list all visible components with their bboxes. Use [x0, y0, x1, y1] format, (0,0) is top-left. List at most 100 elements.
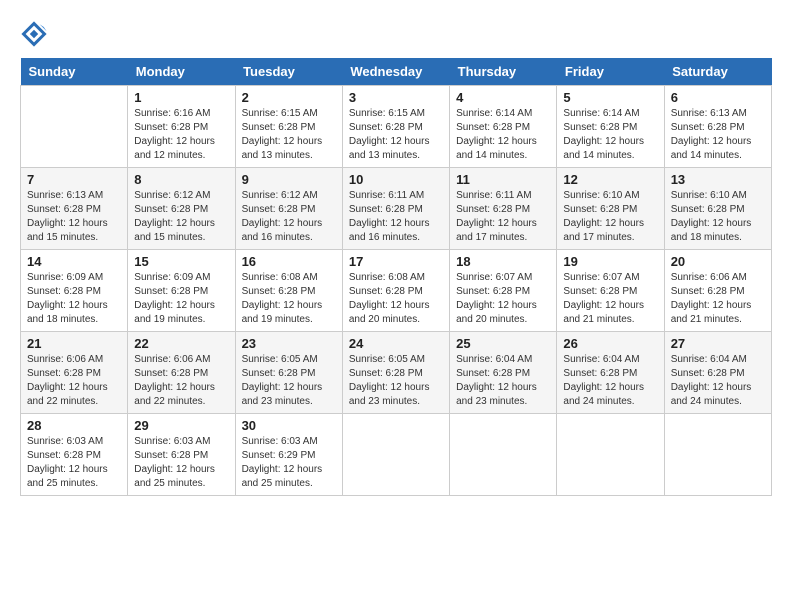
day-number: 1: [134, 90, 228, 105]
day-number: 4: [456, 90, 550, 105]
day-info: Sunrise: 6:13 AM Sunset: 6:28 PM Dayligh…: [671, 107, 765, 163]
day-info: Sunrise: 6:13 AM Sunset: 6:28 PM Dayligh…: [27, 189, 121, 245]
day-info: Sunrise: 6:04 AM Sunset: 6:28 PM Dayligh…: [563, 353, 657, 409]
calendar-header-thursday: Thursday: [450, 58, 557, 86]
day-info: Sunrise: 6:08 AM Sunset: 6:28 PM Dayligh…: [349, 271, 443, 327]
calendar-cell: 4 Sunrise: 6:14 AM Sunset: 6:28 PM Daylig…: [450, 86, 557, 168]
day-number: 30: [242, 418, 336, 433]
calendar-cell: 21 Sunrise: 6:06 AM Sunset: 6:28 PM Dayli…: [21, 332, 128, 414]
day-number: 29: [134, 418, 228, 433]
day-info: Sunrise: 6:08 AM Sunset: 6:28 PM Dayligh…: [242, 271, 336, 327]
day-number: 8: [134, 172, 228, 187]
calendar-cell: 22 Sunrise: 6:06 AM Sunset: 6:28 PM Dayli…: [128, 332, 235, 414]
calendar-cell: 25 Sunrise: 6:04 AM Sunset: 6:28 PM Dayli…: [450, 332, 557, 414]
day-info: Sunrise: 6:15 AM Sunset: 6:28 PM Dayligh…: [242, 107, 336, 163]
day-number: 27: [671, 336, 765, 351]
day-number: 28: [27, 418, 121, 433]
day-info: Sunrise: 6:03 AM Sunset: 6:28 PM Dayligh…: [134, 435, 228, 491]
day-number: 7: [27, 172, 121, 187]
day-info: Sunrise: 6:09 AM Sunset: 6:28 PM Dayligh…: [134, 271, 228, 327]
day-info: Sunrise: 6:11 AM Sunset: 6:28 PM Dayligh…: [349, 189, 443, 245]
calendar-header-wednesday: Wednesday: [342, 58, 449, 86]
day-number: 23: [242, 336, 336, 351]
day-number: 6: [671, 90, 765, 105]
calendar: SundayMondayTuesdayWednesdayThursdayFrid…: [20, 58, 772, 496]
day-number: 21: [27, 336, 121, 351]
calendar-cell: 10 Sunrise: 6:11 AM Sunset: 6:28 PM Dayli…: [342, 168, 449, 250]
day-info: Sunrise: 6:06 AM Sunset: 6:28 PM Dayligh…: [671, 271, 765, 327]
day-number: 24: [349, 336, 443, 351]
day-info: Sunrise: 6:14 AM Sunset: 6:28 PM Dayligh…: [563, 107, 657, 163]
day-number: 14: [27, 254, 121, 269]
day-info: Sunrise: 6:15 AM Sunset: 6:28 PM Dayligh…: [349, 107, 443, 163]
calendar-week-2: 7 Sunrise: 6:13 AM Sunset: 6:28 PM Daylig…: [21, 168, 772, 250]
day-number: 19: [563, 254, 657, 269]
calendar-cell: 24 Sunrise: 6:05 AM Sunset: 6:28 PM Dayli…: [342, 332, 449, 414]
calendar-cell: [21, 86, 128, 168]
calendar-week-1: 1Sunrise: 6:16 AM Sunset: 6:28 PM Daylig…: [21, 86, 772, 168]
day-info: Sunrise: 6:11 AM Sunset: 6:28 PM Dayligh…: [456, 189, 550, 245]
calendar-cell: [450, 414, 557, 496]
day-number: 17: [349, 254, 443, 269]
day-info: Sunrise: 6:03 AM Sunset: 6:29 PM Dayligh…: [242, 435, 336, 491]
day-info: Sunrise: 6:05 AM Sunset: 6:28 PM Dayligh…: [242, 353, 336, 409]
day-number: 20: [671, 254, 765, 269]
calendar-cell: [557, 414, 664, 496]
calendar-week-3: 14 Sunrise: 6:09 AM Sunset: 6:28 PM Dayli…: [21, 250, 772, 332]
calendar-week-5: 28 Sunrise: 6:03 AM Sunset: 6:28 PM Dayli…: [21, 414, 772, 496]
day-number: 13: [671, 172, 765, 187]
calendar-header-friday: Friday: [557, 58, 664, 86]
day-info: Sunrise: 6:05 AM Sunset: 6:28 PM Dayligh…: [349, 353, 443, 409]
day-info: Sunrise: 6:06 AM Sunset: 6:28 PM Dayligh…: [27, 353, 121, 409]
logo-icon: [20, 20, 48, 48]
day-number: 10: [349, 172, 443, 187]
day-number: 9: [242, 172, 336, 187]
calendar-cell: 26 Sunrise: 6:04 AM Sunset: 6:28 PM Dayli…: [557, 332, 664, 414]
calendar-header-sunday: Sunday: [21, 58, 128, 86]
calendar-cell: 3 Sunrise: 6:15 AM Sunset: 6:28 PM Daylig…: [342, 86, 449, 168]
day-info: Sunrise: 6:07 AM Sunset: 6:28 PM Dayligh…: [563, 271, 657, 327]
day-info: Sunrise: 6:12 AM Sunset: 6:28 PM Dayligh…: [242, 189, 336, 245]
day-number: 16: [242, 254, 336, 269]
day-info: Sunrise: 6:10 AM Sunset: 6:28 PM Dayligh…: [671, 189, 765, 245]
calendar-cell: 14Sunrise: 6:09 AM Sunset: 6:28 PM Dayli…: [21, 250, 128, 332]
calendar-cell: [664, 414, 771, 496]
day-info: Sunrise: 6:06 AM Sunset: 6:28 PM Dayligh…: [134, 353, 228, 409]
calendar-cell: 12Sunrise: 6:10 AM Sunset: 6:28 PM Dayli…: [557, 168, 664, 250]
calendar-week-4: 21 Sunrise: 6:06 AM Sunset: 6:28 PM Dayli…: [21, 332, 772, 414]
day-number: 12: [563, 172, 657, 187]
day-info: Sunrise: 6:14 AM Sunset: 6:28 PM Dayligh…: [456, 107, 550, 163]
day-info: Sunrise: 6:07 AM Sunset: 6:28 PM Dayligh…: [456, 271, 550, 327]
calendar-cell: 8 Sunrise: 6:12 AM Sunset: 6:28 PM Daylig…: [128, 168, 235, 250]
calendar-header-saturday: Saturday: [664, 58, 771, 86]
day-number: 5: [563, 90, 657, 105]
calendar-header-monday: Monday: [128, 58, 235, 86]
logo: [20, 20, 52, 48]
calendar-cell: 7 Sunrise: 6:13 AM Sunset: 6:28 PM Daylig…: [21, 168, 128, 250]
calendar-cell: 13 Sunrise: 6:10 AM Sunset: 6:28 PM Dayli…: [664, 168, 771, 250]
day-info: Sunrise: 6:12 AM Sunset: 6:28 PM Dayligh…: [134, 189, 228, 245]
calendar-cell: 17 Sunrise: 6:08 AM Sunset: 6:28 PM Dayli…: [342, 250, 449, 332]
calendar-cell: 20 Sunrise: 6:06 AM Sunset: 6:28 PM Dayli…: [664, 250, 771, 332]
calendar-cell: 11 Sunrise: 6:11 AM Sunset: 6:28 PM Dayli…: [450, 168, 557, 250]
calendar-cell: 23 Sunrise: 6:05 AM Sunset: 6:28 PM Dayli…: [235, 332, 342, 414]
calendar-header-tuesday: Tuesday: [235, 58, 342, 86]
day-number: 3: [349, 90, 443, 105]
calendar-cell: 30 Sunrise: 6:03 AM Sunset: 6:29 PM Dayli…: [235, 414, 342, 496]
day-info: Sunrise: 6:04 AM Sunset: 6:28 PM Dayligh…: [671, 353, 765, 409]
day-info: Sunrise: 6:03 AM Sunset: 6:28 PM Dayligh…: [27, 435, 121, 491]
calendar-cell: 2Sunrise: 6:15 AM Sunset: 6:28 PM Daylig…: [235, 86, 342, 168]
day-number: 25: [456, 336, 550, 351]
page-header: [20, 20, 772, 48]
calendar-header-row: SundayMondayTuesdayWednesdayThursdayFrid…: [21, 58, 772, 86]
day-number: 22: [134, 336, 228, 351]
calendar-cell: 16 Sunrise: 6:08 AM Sunset: 6:28 PM Dayli…: [235, 250, 342, 332]
calendar-cell: 6 Sunrise: 6:13 AM Sunset: 6:28 PM Daylig…: [664, 86, 771, 168]
day-number: 11: [456, 172, 550, 187]
calendar-cell: 28 Sunrise: 6:03 AM Sunset: 6:28 PM Dayli…: [21, 414, 128, 496]
calendar-cell: 5 Sunrise: 6:14 AM Sunset: 6:28 PM Daylig…: [557, 86, 664, 168]
day-number: 26: [563, 336, 657, 351]
calendar-cell: 9 Sunrise: 6:12 AM Sunset: 6:28 PM Daylig…: [235, 168, 342, 250]
day-info: Sunrise: 6:04 AM Sunset: 6:28 PM Dayligh…: [456, 353, 550, 409]
calendar-cell: 29 Sunrise: 6:03 AM Sunset: 6:28 PM Dayli…: [128, 414, 235, 496]
